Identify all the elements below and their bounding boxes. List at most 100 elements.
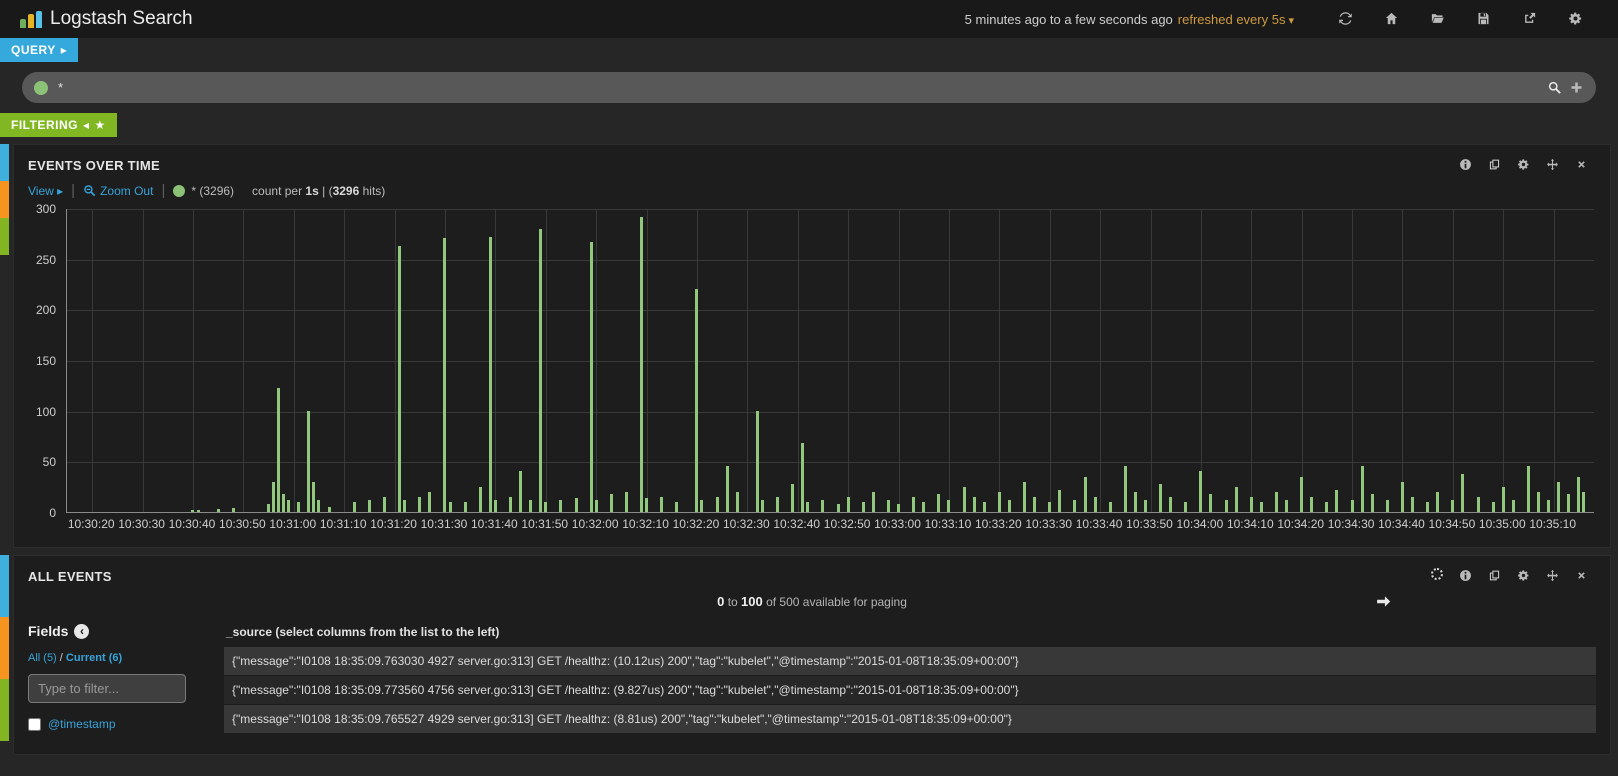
query-input[interactable] xyxy=(56,79,1547,96)
chart-bar xyxy=(1492,502,1495,512)
add-query-button[interactable] xyxy=(1569,79,1584,97)
row-tab-orange[interactable] xyxy=(0,617,9,679)
panel-title: ALL EVENTS xyxy=(28,569,112,584)
all-events-panel: ALL EVENTS 0 to 100 of 500 available for… xyxy=(13,555,1611,755)
row-color-tabs[interactable] xyxy=(0,555,9,755)
close-icon[interactable] xyxy=(1567,567,1596,585)
events-over-time-row: EVENTS OVER TIME View ▸ | Zoom Out | * (… xyxy=(0,144,1618,548)
filtering-tab[interactable]: FILTERING◂★ xyxy=(0,113,117,137)
x-tick-label: 10:34:10 xyxy=(1227,517,1274,531)
row-tab-cyan[interactable] xyxy=(0,555,9,617)
chart-bar xyxy=(1386,500,1389,512)
chart-bar xyxy=(983,502,986,512)
chart-bar xyxy=(1436,492,1439,512)
move-icon[interactable] xyxy=(1538,156,1567,174)
chart-bar xyxy=(1073,500,1076,512)
y-tick-label: 50 xyxy=(43,455,56,469)
chart-bar xyxy=(287,500,290,512)
refresh-button[interactable] xyxy=(1322,10,1368,28)
close-icon[interactable] xyxy=(1567,156,1596,174)
configure-gear-icon[interactable] xyxy=(1509,567,1538,585)
chart-bar xyxy=(1512,500,1515,512)
home-button[interactable] xyxy=(1368,10,1414,28)
chart-bar xyxy=(1426,502,1429,512)
chart-plot-area[interactable] xyxy=(66,209,1594,513)
x-tick-label: 10:33:30 xyxy=(1025,517,1072,531)
chart-bar xyxy=(1547,500,1550,512)
events-over-time-panel: EVENTS OVER TIME View ▸ | Zoom Out | * (… xyxy=(13,144,1611,548)
fields-current-link[interactable]: Current (6) xyxy=(66,652,122,664)
chart-bar xyxy=(660,497,663,512)
chart-bar xyxy=(1094,497,1097,512)
chart-bar xyxy=(398,246,401,513)
settings-button[interactable] xyxy=(1552,10,1598,28)
x-tick-label: 10:34:40 xyxy=(1378,517,1425,531)
query-color-dot[interactable] xyxy=(34,81,48,95)
chart-bar xyxy=(1371,494,1374,512)
x-tick-label: 10:31:20 xyxy=(370,517,417,531)
load-dashboard-button[interactable] xyxy=(1414,10,1460,28)
chart-bar xyxy=(479,487,482,512)
chart-bar xyxy=(519,471,522,512)
row-tab-green[interactable] xyxy=(0,679,9,741)
chart-bar xyxy=(847,497,850,512)
zoom-out-button[interactable]: Zoom Out xyxy=(83,184,153,198)
row-tab-green[interactable] xyxy=(0,218,9,255)
table-row[interactable]: {"message":"I0108 18:35:09.773560 4756 s… xyxy=(224,676,1596,704)
query-tab[interactable]: QUERY▸ xyxy=(0,38,78,62)
search-icon[interactable] xyxy=(1547,79,1562,97)
chart-bar xyxy=(645,498,648,512)
info-icon[interactable] xyxy=(1451,567,1480,585)
chart-bar xyxy=(1361,466,1364,512)
share-button[interactable] xyxy=(1506,10,1552,28)
chart-bar xyxy=(1411,497,1414,512)
paging-status: 0 to 100 of 500 available for paging xyxy=(14,585,1610,613)
logstash-logo-icon xyxy=(20,11,42,28)
save-dashboard-button[interactable] xyxy=(1460,10,1506,28)
field-checkbox[interactable] xyxy=(28,718,41,731)
view-menu[interactable]: View ▸ xyxy=(28,184,63,198)
collapse-fields-icon[interactable]: ‹ xyxy=(74,624,89,639)
x-tick-label: 10:33:40 xyxy=(1076,517,1123,531)
row-tab-orange[interactable] xyxy=(0,181,9,218)
x-tick-label: 10:32:00 xyxy=(572,517,619,531)
caret-right-icon: ▸ xyxy=(61,43,68,57)
x-tick-label: 10:35:10 xyxy=(1529,517,1576,531)
chart-bar xyxy=(1401,482,1404,512)
legend-dot-icon[interactable] xyxy=(173,185,185,197)
refresh-interval-dropdown[interactable]: refreshed every 5s▾ xyxy=(1178,12,1294,27)
fields-all-link[interactable]: All (5) xyxy=(28,652,57,664)
chart-bar xyxy=(539,229,542,512)
row-tab-cyan[interactable] xyxy=(0,144,9,181)
table-row[interactable]: {"message":"I0108 18:35:09.765527 4929 s… xyxy=(224,705,1596,733)
chart-bar xyxy=(1557,482,1560,512)
configure-gear-icon[interactable] xyxy=(1509,156,1538,174)
chart-bar xyxy=(232,508,235,512)
chart-bar xyxy=(1250,497,1253,512)
x-axis-labels: 10:30:2010:30:3010:30:4010:30:5010:31:00… xyxy=(66,517,1594,533)
chart-bar xyxy=(307,411,310,512)
legend-label[interactable]: * (3296) xyxy=(191,184,234,198)
chart-bar xyxy=(1058,490,1061,512)
chart-bar xyxy=(1048,502,1051,512)
duplicate-icon[interactable] xyxy=(1480,156,1509,174)
field-link[interactable]: @timestamp xyxy=(48,717,116,731)
chart-bar xyxy=(1109,502,1112,512)
chart-bar xyxy=(776,497,779,512)
x-tick-label: 10:30:40 xyxy=(169,517,216,531)
chart-bar xyxy=(1351,500,1354,512)
row-color-tabs[interactable] xyxy=(0,144,9,548)
table-row[interactable]: {"message":"I0108 18:35:09.763030 4927 s… xyxy=(224,647,1596,675)
chart-bar xyxy=(403,500,406,512)
duplicate-icon[interactable] xyxy=(1480,567,1509,585)
x-tick-label: 10:31:40 xyxy=(471,517,518,531)
events-table: {"message":"I0108 18:35:09.763030 4927 s… xyxy=(224,647,1596,733)
chart-bar xyxy=(282,494,285,512)
y-tick-label: 100 xyxy=(36,405,56,419)
info-icon[interactable] xyxy=(1451,156,1480,174)
chart-bar xyxy=(368,500,371,512)
field-filter-input[interactable] xyxy=(28,674,186,703)
next-page-arrow-icon[interactable] xyxy=(1375,593,1392,613)
fields-header: Fields xyxy=(28,623,68,639)
move-icon[interactable] xyxy=(1538,567,1567,585)
